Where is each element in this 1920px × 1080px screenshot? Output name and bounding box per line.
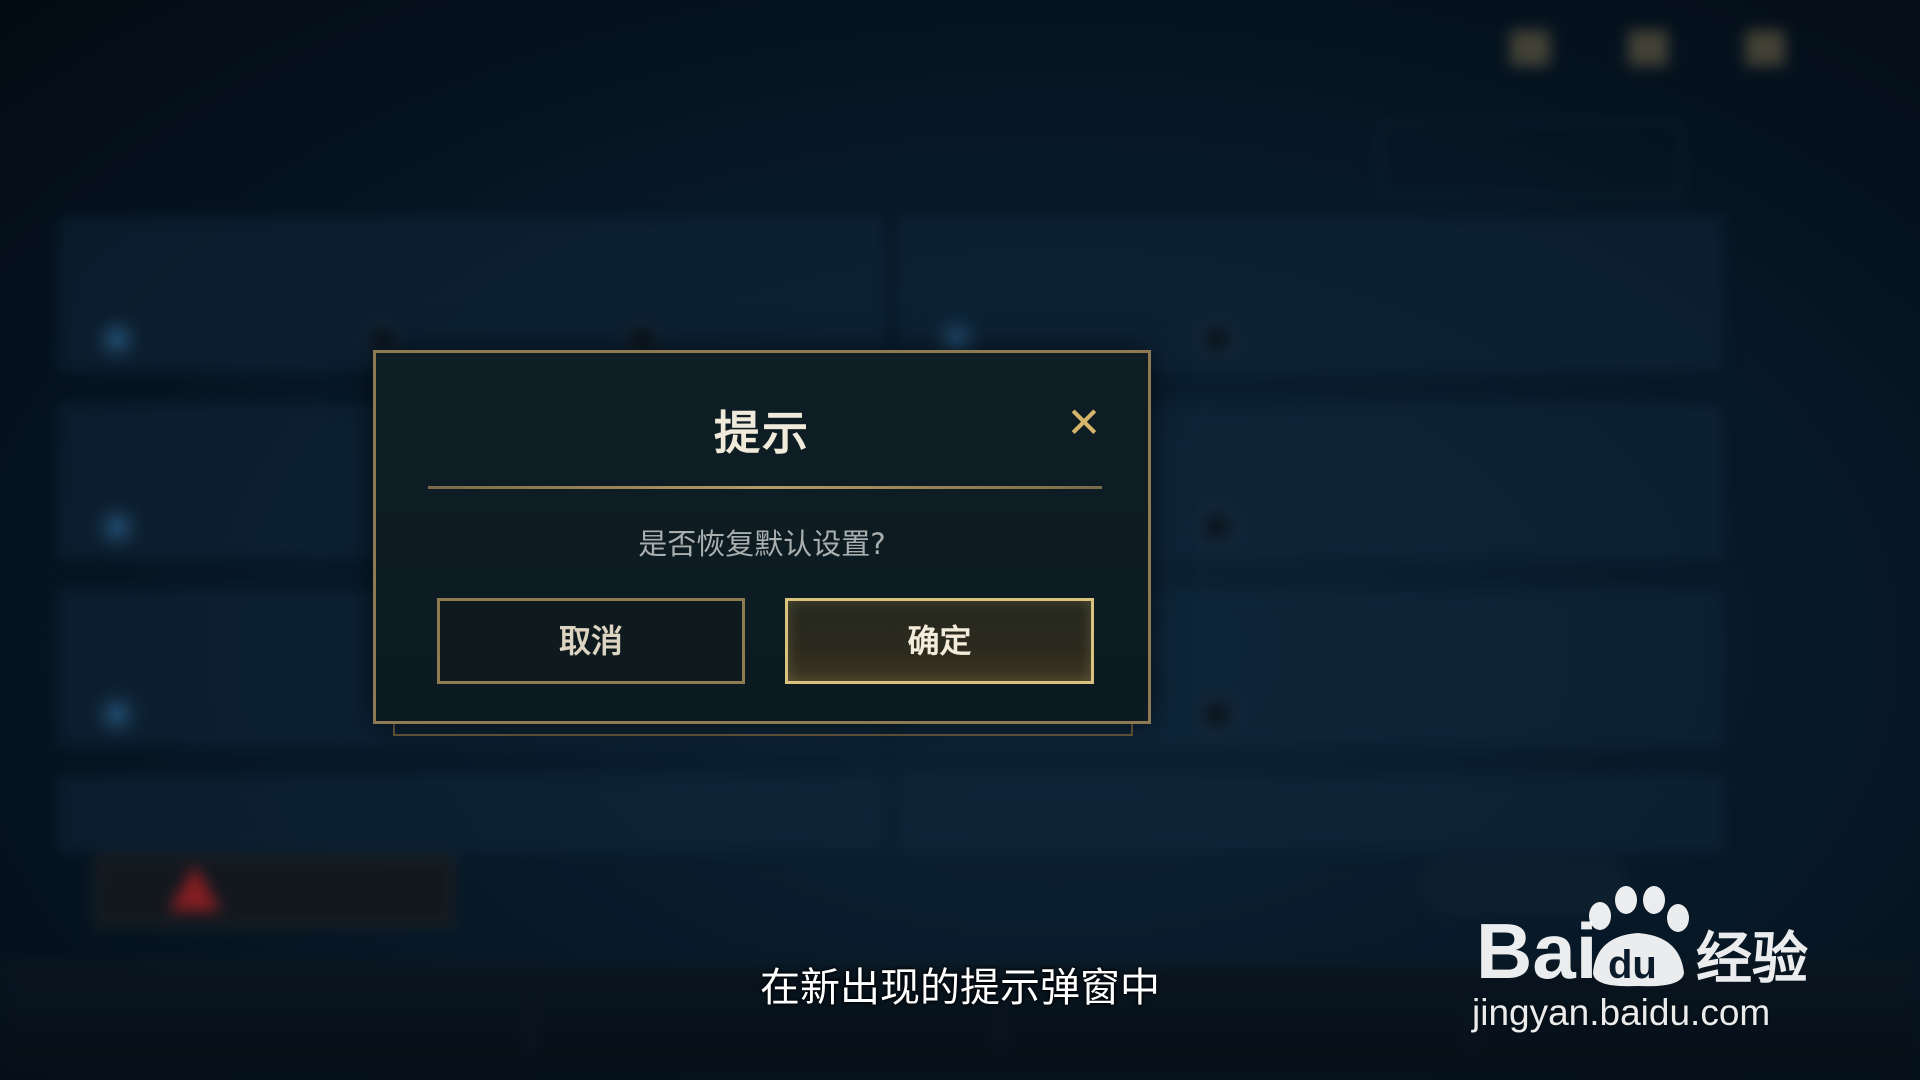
logo-paw-text: du xyxy=(1608,943,1657,987)
prompt-dialog: 提示 ✕ 是否恢复默认设置? 取消 确定 xyxy=(373,350,1151,724)
dialog-title: 提示 xyxy=(714,406,810,460)
logo-brand-text: Bai xyxy=(1476,907,1597,995)
dialog-message: 是否恢复默认设置? xyxy=(638,527,886,561)
dialog-bottom-rim xyxy=(393,724,1133,736)
close-icon[interactable]: ✕ xyxy=(1062,401,1106,445)
title-divider xyxy=(428,486,1102,489)
confirm-button[interactable]: 确定 xyxy=(785,598,1094,684)
logo-suffix-text: 经验 xyxy=(1696,927,1808,992)
game-settings-screen: 提示 ✕ 是否恢复默认设置? 取消 确定 在新出现的提示弹窗中 Bai du 经… xyxy=(0,0,1920,1080)
cancel-button[interactable]: 取消 xyxy=(437,598,745,684)
watermark-url: jingyan.baidu.com xyxy=(1472,992,1771,1033)
